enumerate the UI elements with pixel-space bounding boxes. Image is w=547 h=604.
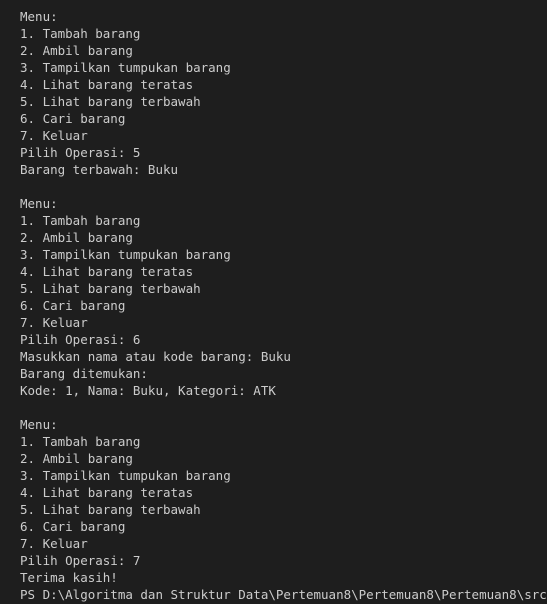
terminal-line: 4. Lihat barang teratas [20, 77, 194, 92]
terminal-line: Terima kasih! [20, 570, 118, 585]
terminal-line: Pilih Operasi: 7 [20, 553, 141, 568]
terminal-line: 3. Tampilkan tumpukan barang [20, 60, 231, 75]
terminal-line: Pilih Operasi: 5 [20, 145, 141, 160]
terminal-line: 6. Cari barang [20, 298, 126, 313]
terminal-line: 6. Cari barang [20, 111, 126, 126]
terminal-line: 3. Tampilkan tumpukan barang [20, 247, 231, 262]
terminal-line: 7. Keluar [20, 536, 88, 551]
terminal-output: Menu: 1. Tambah barang 2. Ambil barang 3. T… [20, 8, 547, 586]
terminal-line: 1. Tambah barang [20, 213, 141, 228]
terminal-line: 2. Ambil barang [20, 451, 133, 466]
terminal-line: Barang terbawah: Buku [20, 162, 179, 177]
terminal-prompt: PS D:\Algoritma dan Struktur Data\Pertem… [20, 587, 547, 602]
terminal-line: 7. Keluar [20, 128, 88, 143]
terminal-line: Masukkan nama atau kode barang: Buku [20, 349, 291, 364]
terminal-panel[interactable]: Menu: 1. Tambah barang 2. Ambil barang 3. T… [0, 0, 547, 604]
terminal-prompt-line[interactable]: PS D:\Algoritma dan Struktur Data\Pertem… [20, 586, 547, 603]
terminal-line: Kode: 1, Nama: Buku, Kategori: ATK [20, 383, 276, 398]
terminal-line: 4. Lihat barang teratas [20, 485, 194, 500]
terminal-line: 2. Ambil barang [20, 43, 133, 58]
terminal-line: 4. Lihat barang teratas [20, 264, 194, 279]
terminal-line: 1. Tambah barang [20, 26, 141, 41]
terminal-line: 5. Lihat barang terbawah [20, 502, 201, 517]
terminal-line: 6. Cari barang [20, 519, 126, 534]
terminal-line: 2. Ambil barang [20, 230, 133, 245]
terminal-line: Menu: [20, 196, 58, 211]
terminal-line: Barang ditemukan: [20, 366, 148, 381]
terminal-line: 1. Tambah barang [20, 434, 141, 449]
terminal-line: 7. Keluar [20, 315, 88, 330]
terminal-line: Menu: [20, 417, 58, 432]
terminal-line: 3. Tampilkan tumpukan barang [20, 468, 231, 483]
terminal-line: Menu: [20, 9, 58, 24]
terminal-line: 5. Lihat barang terbawah [20, 94, 201, 109]
terminal-line: Pilih Operasi: 6 [20, 332, 141, 347]
terminal-line: 5. Lihat barang terbawah [20, 281, 201, 296]
